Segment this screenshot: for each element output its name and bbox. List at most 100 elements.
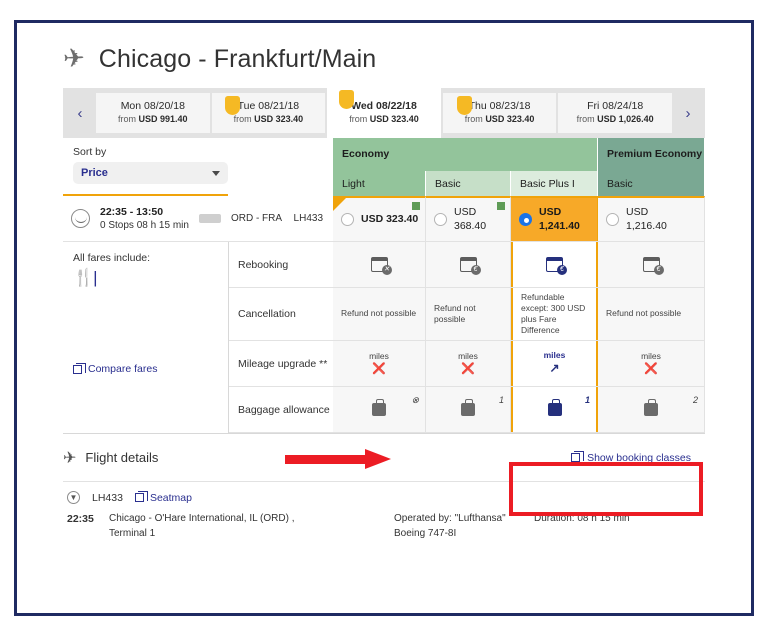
mileage-basic-plus-i: miles ↗ — [511, 341, 598, 386]
price-radio-basic[interactable] — [434, 213, 447, 226]
flight-time-range: 22:35 - 13:50 — [100, 205, 164, 218]
price-option-premium-basic[interactable]: USD 1,216.40 — [598, 196, 705, 241]
segment-operator: Operated by: "Lufthansa" Boeing 747-8I — [394, 512, 534, 541]
flight-stops: 0 Stops 08 h 15 min — [100, 219, 189, 231]
flight-details-title: ✈ Flight details — [63, 448, 158, 468]
origin-destination: ORD - FRA — [230, 213, 283, 224]
arrow-up-right-icon: ↗ — [549, 361, 560, 376]
mileage-basic: miles ❌ — [426, 341, 511, 386]
matrix-row-mileage-upgrade: miles ❌ miles ❌ miles ↗ miles ❌ — [333, 341, 705, 387]
airplane-icon: ✈ — [62, 42, 86, 73]
availability-indicator-green — [497, 202, 505, 210]
attribute-label-cancellation: Cancellation — [229, 288, 333, 341]
matrix-row-cancellation: Refund not possible Refund not possible … — [333, 288, 705, 341]
attribute-label-rebooking: Rebooking — [229, 242, 333, 288]
date-tab-day: Tue 08/21/18 — [237, 100, 300, 113]
baggage-count: 1 — [498, 395, 504, 405]
fare-matrix: Sort by Price 22:35 - 13:50 0 Stops 08 h… — [63, 138, 705, 434]
calendar-fee-icon: € — [459, 257, 481, 275]
date-tab-day: Fri 08/24/18 — [587, 100, 644, 113]
date-tab-3[interactable]: Thu 08/23/18 from USD 323.40 — [442, 93, 557, 133]
attribute-label-column: Rebooking Cancellation Mileage upgrade *… — [228, 242, 333, 433]
mileage-light: miles ❌ — [333, 341, 426, 386]
date-tab-price: from USD 323.40 — [233, 113, 304, 124]
price-option-basic-plus-i-selected[interactable]: USD 1,241.40 — [511, 196, 598, 241]
price-label-premium-basic: USD 1,216.40 — [626, 206, 667, 232]
segment-header: ▼ LH433 Seatmap — [63, 491, 705, 504]
cross-circle-icon: ❌ — [372, 362, 386, 375]
show-booking-classes-label: Show booking classes — [587, 451, 691, 464]
fare-matrix-left: Sort by Price 22:35 - 13:50 0 Stops 08 h… — [63, 138, 333, 433]
date-tab-0[interactable]: Mon 08/20/18 from USD 991.40 — [96, 93, 210, 133]
cabin-economy: Economy — [333, 138, 598, 171]
baggage-basic: 1 — [426, 387, 511, 432]
price-radio-light[interactable] — [341, 213, 354, 226]
baggage-light: ⊗ — [333, 387, 426, 432]
window-icon — [571, 451, 585, 462]
cross-circle-icon: ❌ — [461, 362, 475, 375]
cancellation-basic: Refund not possible — [426, 288, 511, 340]
baggage-premium-basic: 2 — [598, 387, 705, 432]
segment-departure-time: 22:35 — [67, 513, 94, 525]
cancellation-light: Refund not possible — [333, 288, 426, 340]
cancellation-premium-basic: Refund not possible — [598, 288, 705, 340]
date-tab-4[interactable]: Fri 08/24/18 from USD 1,026.40 — [558, 93, 672, 133]
chevron-down-circle-icon[interactable]: ▼ — [67, 491, 80, 504]
cheapest-fare-lamp-icon — [225, 96, 241, 115]
rebooking-light: ✕ — [333, 242, 426, 287]
price-option-light[interactable]: USD 323.40 — [333, 196, 426, 241]
show-booking-classes-link[interactable]: Show booking classes — [571, 451, 691, 464]
flight-segment: ▼ LH433 Seatmap 22:35 Chicago - O'Hare I… — [63, 482, 705, 541]
sort-by-control: Sort by Price — [63, 138, 228, 196]
fare-name-basic: Basic — [426, 171, 511, 196]
matrix-row-rebooking: ✕ € € € — [333, 242, 705, 288]
flight-details-bar: ✈ Flight details Show booking classes — [63, 434, 705, 482]
date-tab-price: from USD 323.40 — [464, 113, 535, 124]
price-option-basic[interactable]: USD 368.40 — [426, 196, 511, 241]
page-title: Chicago - Frankfurt/Main — [98, 45, 377, 73]
date-tab-price: from USD 323.40 — [349, 113, 419, 124]
sort-select[interactable]: Price — [73, 162, 228, 184]
seatmap-link[interactable]: Seatmap — [134, 491, 192, 504]
date-tab-1[interactable]: Tue 08/21/18 from USD 323.40 — [211, 93, 326, 133]
sort-by-label: Sort by — [73, 146, 107, 158]
flight-times: 22:35 - 13:50 0 Stops 08 h 15 min — [100, 205, 189, 233]
all-fares-label: All fares include: — [73, 252, 151, 264]
next-dates-button[interactable]: › — [673, 88, 703, 138]
cheapest-fare-lamp-icon — [456, 96, 472, 115]
cutlery-meal-icon: 🍴| — [73, 268, 98, 287]
lufthansa-logo-icon — [71, 209, 90, 228]
date-tab-2-selected[interactable]: Wed 08/22/18 from USD 323.40 — [327, 88, 441, 138]
compare-fares-link[interactable]: Compare fares — [73, 362, 228, 375]
calendar-fee-icon: € — [546, 257, 567, 275]
price-label-basic-plus-i: USD 1,241.40 — [539, 206, 580, 232]
rebooking-premium-basic: € — [598, 242, 705, 287]
segment-aircraft: Boeing 747-8I — [394, 527, 457, 539]
cross-circle-icon: ❌ — [644, 362, 658, 375]
airplane-up-icon: ✈ — [63, 449, 77, 467]
date-tab-price: from USD 991.40 — [118, 113, 188, 124]
calendar-not-allowed-icon: ✕ — [370, 257, 392, 275]
rebooking-basic-plus-i: € — [511, 242, 598, 287]
segment-airport: Chicago - O'Hare International, IL (ORD)… — [109, 513, 295, 524]
suitcase-icon — [547, 399, 562, 416]
baggage-basic-plus-i: 1 — [511, 387, 598, 432]
date-tabs: Mon 08/20/18 from USD 991.40 Tue 08/21/1… — [95, 88, 673, 138]
price-radio-basic-plus-i[interactable] — [519, 213, 532, 226]
fare-matrix-right: Economy Premium Economy Light Basic Basi… — [333, 138, 705, 433]
cabin-header-row: Economy Premium Economy — [333, 138, 705, 171]
suitcase-icon — [461, 399, 475, 416]
cabin-premium-economy: Premium Economy — [598, 138, 705, 171]
cancellation-basic-plus-i: Refundable except: 300 USD plus Fare Dif… — [511, 288, 598, 340]
flight-summary-row[interactable]: 22:35 - 13:50 0 Stops 08 h 15 min ORD - … — [63, 196, 333, 242]
fare-name-premium-basic: Basic — [598, 171, 705, 196]
prev-dates-button[interactable]: ‹ — [65, 88, 95, 138]
mileage-premium-basic: miles ❌ — [598, 341, 705, 386]
price-radio-premium-basic[interactable] — [606, 213, 619, 226]
compare-fares-label: Compare fares — [88, 363, 158, 375]
segment-terminal: Terminal 1 — [109, 527, 156, 539]
matrix-row-baggage-allowance: ⊗ 1 1 2 — [333, 387, 705, 433]
rebooking-basic: € — [426, 242, 511, 287]
segment-duration: Duration: 08 h 15 min — [534, 513, 630, 524]
chevron-down-icon — [212, 170, 220, 176]
